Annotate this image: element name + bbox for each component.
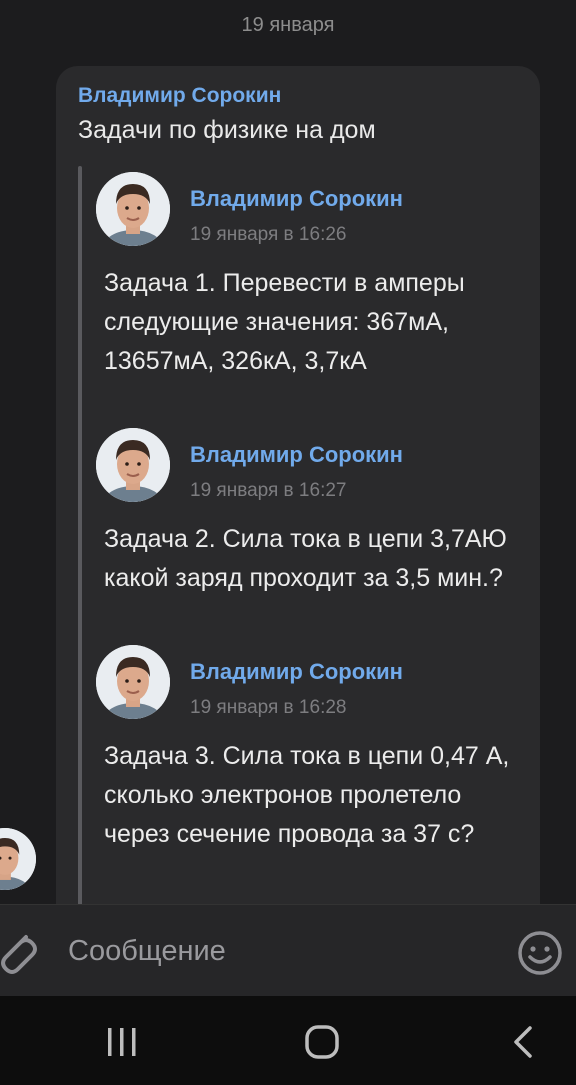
recent-apps-icon[interactable] [98, 1018, 146, 1066]
message-composer: Сообщение [0, 904, 576, 997]
forwarded-time: 19 января в 16:27 [190, 480, 347, 501]
forwarded-author[interactable]: Владимир Сорокин [190, 659, 403, 685]
avatar[interactable] [96, 428, 170, 502]
message-sender[interactable]: Владимир Сорокин [78, 84, 281, 108]
forwarded-text: Задача 1. Перевести в амперы следующие з… [104, 269, 465, 375]
forward-quote-bar [78, 166, 82, 906]
avatar[interactable] [96, 172, 170, 246]
forwarded-time: 19 января в 16:26 [190, 224, 347, 245]
avatar[interactable] [96, 645, 170, 719]
emoji-icon[interactable] [516, 929, 564, 977]
paperclip-icon[interactable] [0, 925, 38, 979]
forwarded-author[interactable]: Владимир Сорокин [190, 186, 403, 212]
home-icon[interactable] [298, 1018, 346, 1066]
message-text: Задачи по физике на дом [78, 116, 376, 144]
sender-avatar[interactable] [0, 828, 36, 890]
back-icon[interactable] [500, 1018, 548, 1066]
message-input[interactable]: Сообщение [68, 935, 226, 968]
system-navbar [0, 996, 576, 1085]
forwarded-text: Задача 3. Сила тока в цепи 0,47 А, сколь… [104, 742, 510, 848]
forwarded-text: Задача 2. Сила тока в цепи 3,7АЮ какой з… [104, 525, 507, 592]
forwarded-author[interactable]: Владимир Сорокин [190, 442, 403, 468]
forwarded-time: 19 января в 16:28 [190, 697, 347, 718]
date-separator: 19 января [241, 14, 335, 36]
